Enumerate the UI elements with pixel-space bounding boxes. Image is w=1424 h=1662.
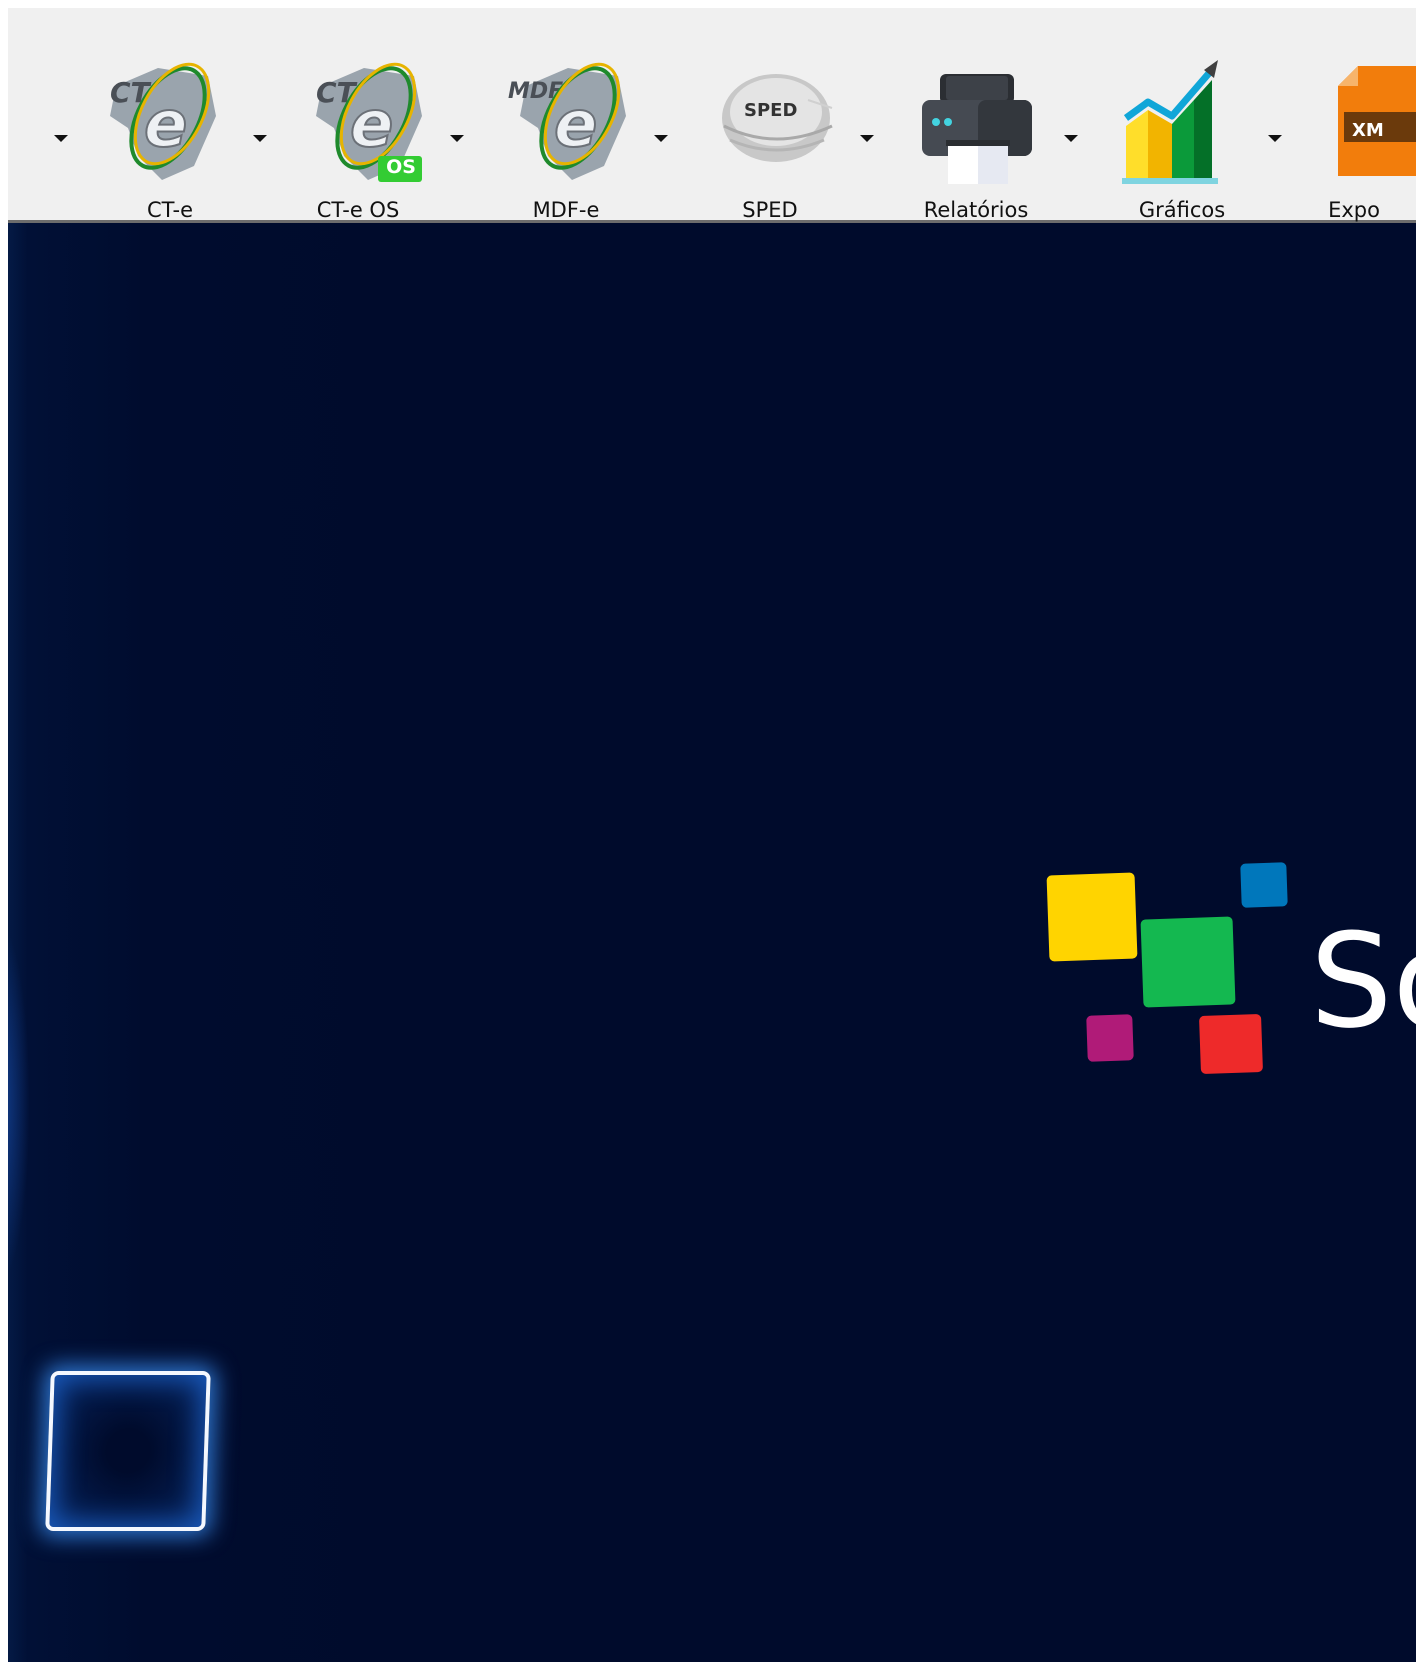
mdfe-label: MDF-e	[532, 198, 600, 222]
svg-text:e: e	[144, 88, 187, 162]
cte-os-label: CT-e OS	[316, 198, 400, 222]
logo-square-purple	[1086, 1014, 1134, 1062]
sped-label: SPED	[742, 198, 798, 222]
os-badge: OS	[386, 156, 416, 178]
toolbar-item-relatorios[interactable]: Relatórios	[918, 8, 1124, 222]
printer-icon	[918, 56, 1058, 186]
logo-square-blue	[1240, 862, 1288, 908]
svg-text:e: e	[554, 88, 597, 162]
nfe-icon	[8, 56, 88, 186]
logo-square-red	[1199, 1013, 1263, 1075]
svg-text:e: e	[350, 88, 393, 162]
sped-icon: SPED	[714, 56, 854, 186]
sped-icon-text: SPED	[744, 100, 798, 121]
bar-chart-icon	[1122, 56, 1262, 186]
toolbar-item-export[interactable]: XM Expo	[1318, 8, 1416, 222]
desktop-background: So	[8, 223, 1416, 1662]
xml-export-icon: XM	[1318, 56, 1416, 186]
cte-os-dropdown-arrow[interactable]	[450, 135, 464, 142]
toolbar-item-nfe[interactable]	[8, 8, 68, 220]
xml-icon-text: XM	[1352, 120, 1384, 141]
sped-dropdown-arrow[interactable]	[860, 135, 874, 142]
glow-accent	[8, 923, 30, 1283]
cte-os-icon: CT e OS	[304, 56, 444, 186]
relatorios-dropdown-arrow[interactable]	[1064, 135, 1078, 142]
toolbar-item-cte[interactable]: CT e CT-e	[98, 8, 304, 222]
nfe-dropdown-arrow[interactable]	[54, 135, 68, 142]
mdfe-icon: MDF e	[508, 56, 648, 186]
logo-square-yellow	[1046, 872, 1138, 962]
relatorios-label: Relatórios	[923, 198, 1029, 222]
ribbon-toolbar: CT e CT-e CT e OS CT-e OS MDF e MDF-e SP…	[8, 8, 1416, 223]
export-label: Expo	[1328, 198, 1380, 222]
toolbar-item-cte-os[interactable]: CT e OS CT-e OS	[304, 8, 510, 222]
toolbar-item-sped[interactable]: SPED SPED	[714, 8, 920, 222]
cte-dropdown-arrow[interactable]	[253, 135, 267, 142]
toolbar-item-graficos[interactable]: Gráficos	[1122, 8, 1328, 222]
cte-label: CT-e	[146, 198, 194, 222]
glowing-square-shape	[45, 1371, 211, 1531]
logo-square-green	[1140, 916, 1236, 1008]
app-window: CT e CT-e CT e OS CT-e OS MDF e MDF-e SP…	[8, 8, 1416, 1662]
graficos-dropdown-arrow[interactable]	[1268, 135, 1282, 142]
graficos-label: Gráficos	[1138, 198, 1226, 222]
cte-icon: CT e	[98, 56, 238, 186]
logo-text: So	[1310, 905, 1416, 1057]
mdfe-dropdown-arrow[interactable]	[654, 135, 668, 142]
toolbar-item-mdfe[interactable]: MDF e MDF-e	[508, 8, 714, 222]
